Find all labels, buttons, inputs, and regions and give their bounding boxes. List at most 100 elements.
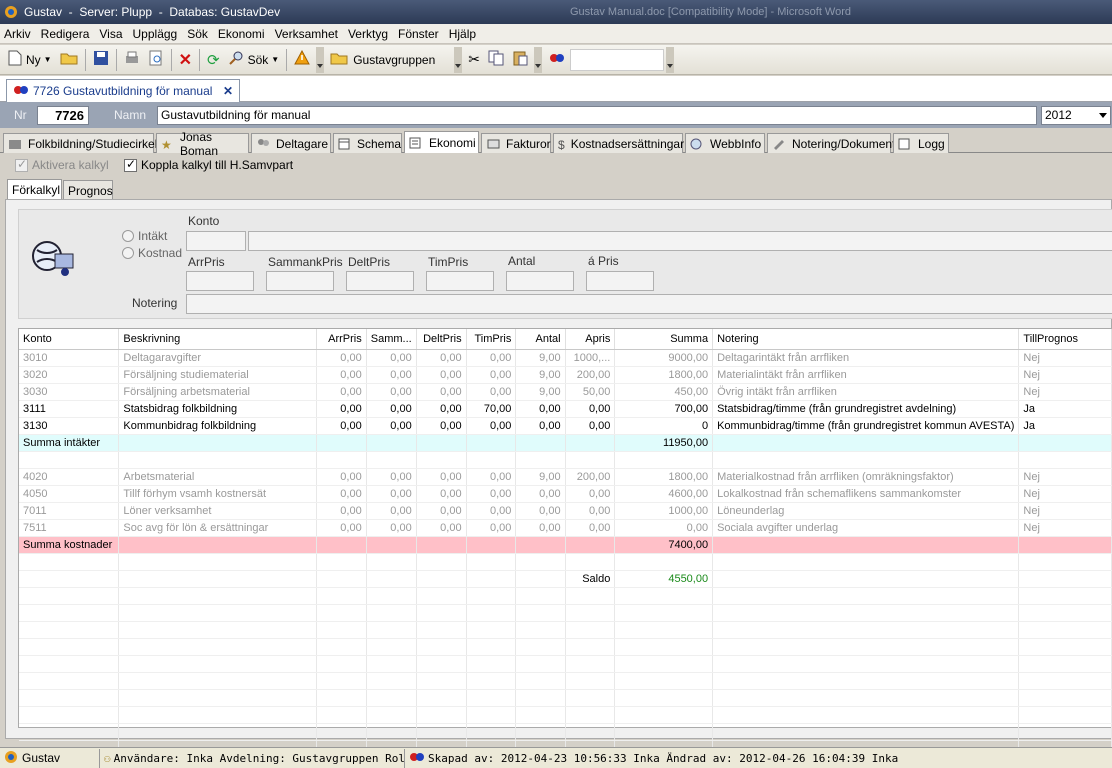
menu-item[interactable]: Verksamhet (275, 27, 338, 41)
table-row[interactable]: 3010 Deltagaravgifter 0,00 0,00 0,00 0,00 9,00… (19, 349, 1112, 367)
menu-item[interactable]: Visa (99, 27, 122, 41)
column-header[interactable]: Antal (515, 329, 566, 350)
study-circle-icon (8, 138, 22, 150)
group-selector[interactable]: Gustavgruppen (326, 49, 452, 71)
table-row[interactable]: 3020 Försäljning studiematerial 0,00 0,00 0,… (19, 366, 1112, 384)
warning-button[interactable] (290, 49, 314, 71)
sammankpris-field[interactable] (266, 271, 334, 291)
tab-jonas-boman[interactable]: ★ Jonas Boman (156, 130, 249, 158)
tab-kostnadsersattningar[interactable]: $ Kostnadsersättningar (553, 133, 684, 153)
year-value: 2012 (1045, 108, 1072, 122)
table-cell (416, 706, 467, 724)
table-cell (466, 723, 517, 741)
toolbar-grip[interactable] (533, 46, 542, 73)
refresh-icon: ⟳ (207, 51, 220, 69)
table-cell (19, 689, 120, 707)
menu-item[interactable]: Arkiv (4, 27, 31, 41)
column-header[interactable]: Apris (565, 329, 616, 350)
tab-schema[interactable]: Schema (333, 133, 402, 153)
notering-field[interactable] (186, 294, 1112, 314)
document-tab[interactable]: 7726 Gustavutbildning för manual ✕ (6, 79, 240, 102)
menu-item[interactable]: Sök (187, 27, 208, 41)
cut-button[interactable]: ✂ (464, 49, 484, 71)
apris-field[interactable] (586, 271, 654, 291)
paste-button[interactable] (508, 49, 532, 71)
new-button[interactable]: Ny ▼ (4, 49, 56, 71)
table-row[interactable]: 7011 Löner verksamhet 0,00 0,00 0,00 0,00 0,00… (19, 502, 1112, 520)
tab-fakturor[interactable]: Fakturor (481, 133, 551, 153)
print-button[interactable] (120, 49, 144, 71)
kostnad-radio[interactable]: Kostnad (122, 246, 182, 260)
star-icon: ★ (161, 137, 172, 152)
tab-deltagare[interactable]: Deltagare (251, 133, 331, 153)
menu-item[interactable]: Fönster (398, 27, 439, 41)
column-header[interactable]: Notering (712, 329, 1020, 350)
timpris-field[interactable] (426, 271, 494, 291)
column-header[interactable]: Summa (614, 329, 714, 350)
open-button[interactable] (56, 49, 82, 71)
table-row[interactable]: 3111 Statsbidrag folkbildning 0,00 0,00 0,00… (19, 400, 1112, 418)
tab-ekonomi[interactable]: Ekonomi (404, 131, 479, 153)
tab-logg[interactable]: Logg (893, 133, 949, 153)
empty-row (19, 553, 1112, 571)
subtab-forkalkyl[interactable]: Förkalkyl (7, 179, 62, 200)
tab-folkbildning[interactable]: Folkbildning/Studiecirkel (3, 133, 158, 153)
close-tab-icon[interactable]: ✕ (223, 84, 233, 98)
table-row[interactable]: 4020 Arbetsmaterial 0,00 0,00 0,00 0,00 9,00 20… (19, 468, 1112, 486)
table-cell (316, 672, 367, 690)
menu-item[interactable]: Ekonomi (218, 27, 265, 41)
menu-item[interactable]: Redigera (41, 27, 90, 41)
column-header[interactable]: TimPris (466, 329, 517, 350)
deltpris-field[interactable] (346, 271, 414, 291)
year-select[interactable]: 2012 (1041, 106, 1111, 125)
table-row[interactable]: 7511 Soc avg för lön & ersättningar 0,00 0,… (19, 519, 1112, 537)
aktivera-kalkyl-checkbox[interactable]: Aktivera kalkyl (15, 157, 109, 172)
table-cell (712, 706, 1020, 724)
table-cell: 0,00 (316, 400, 367, 418)
table-cell: 0,00 (515, 485, 566, 503)
table-cell (712, 553, 1020, 571)
table-row[interactable]: 4050 Tillf förhym vsamh kostnersät 0,00 0,0… (19, 485, 1112, 503)
menu-item[interactable]: Hjälp (449, 27, 476, 41)
table-cell (515, 655, 566, 673)
delete-button[interactable]: ✕ (175, 49, 196, 71)
koppla-kalkyl-checkbox[interactable]: Koppla kalkyl till H.Samvpart (124, 157, 293, 172)
arrpris-field[interactable] (186, 271, 254, 291)
table-row[interactable]: 3030 Försäljning arbetsmaterial 0,00 0,00 0,… (19, 383, 1112, 401)
search-button[interactable]: Sök ▼ (224, 49, 284, 71)
column-header[interactable]: Beskrivning (118, 329, 318, 350)
toolbar-separator (199, 48, 200, 71)
column-header[interactable]: Konto (19, 329, 120, 350)
tab-notering-dokument[interactable]: Notering/Dokument (767, 133, 895, 153)
toolbar-grip[interactable] (316, 46, 325, 73)
tab-label: Folkbildning/Studiecirkel (28, 136, 158, 151)
save-button[interactable] (89, 49, 113, 71)
subtab-prognos[interactable]: Prognos (63, 180, 113, 200)
toolbar-grip[interactable] (454, 46, 463, 73)
nr-field[interactable]: 7726 (37, 106, 89, 125)
table-row[interactable]: 3130 Kommunbidrag folkbildning 0,00 0,00 0,0… (19, 417, 1112, 435)
delete-icon: ✕ (178, 51, 192, 69)
table-cell (316, 723, 367, 741)
print-preview-button[interactable] (144, 49, 168, 71)
table-cell: 7400,00 (614, 536, 714, 554)
menu-item[interactable]: Verktyg (348, 27, 388, 41)
copy-button[interactable] (484, 49, 508, 71)
column-header[interactable]: TillPrognos (1018, 329, 1112, 350)
table-cell (712, 672, 1020, 690)
quick-search-input[interactable] (569, 48, 664, 71)
antal-field[interactable] (506, 271, 574, 291)
column-header[interactable]: ArrPris (316, 329, 367, 350)
konto-field[interactable] (186, 231, 246, 251)
name-field[interactable]: Gustavutbildning för manual (157, 106, 1037, 125)
table-cell (118, 672, 318, 690)
konto-description-field[interactable] (248, 231, 1112, 251)
quick-search-icon-button[interactable] (544, 49, 570, 71)
column-header[interactable]: Samm... (366, 329, 417, 350)
tab-webbinfo[interactable]: WebbInfo (685, 133, 765, 153)
refresh-button[interactable]: ⟳ (203, 49, 224, 71)
toolbar-grip[interactable] (665, 46, 674, 73)
intakt-radio[interactable]: Intäkt (122, 229, 167, 243)
menu-item[interactable]: Upplägg (133, 27, 178, 41)
column-header[interactable]: DeltPris (416, 329, 467, 350)
